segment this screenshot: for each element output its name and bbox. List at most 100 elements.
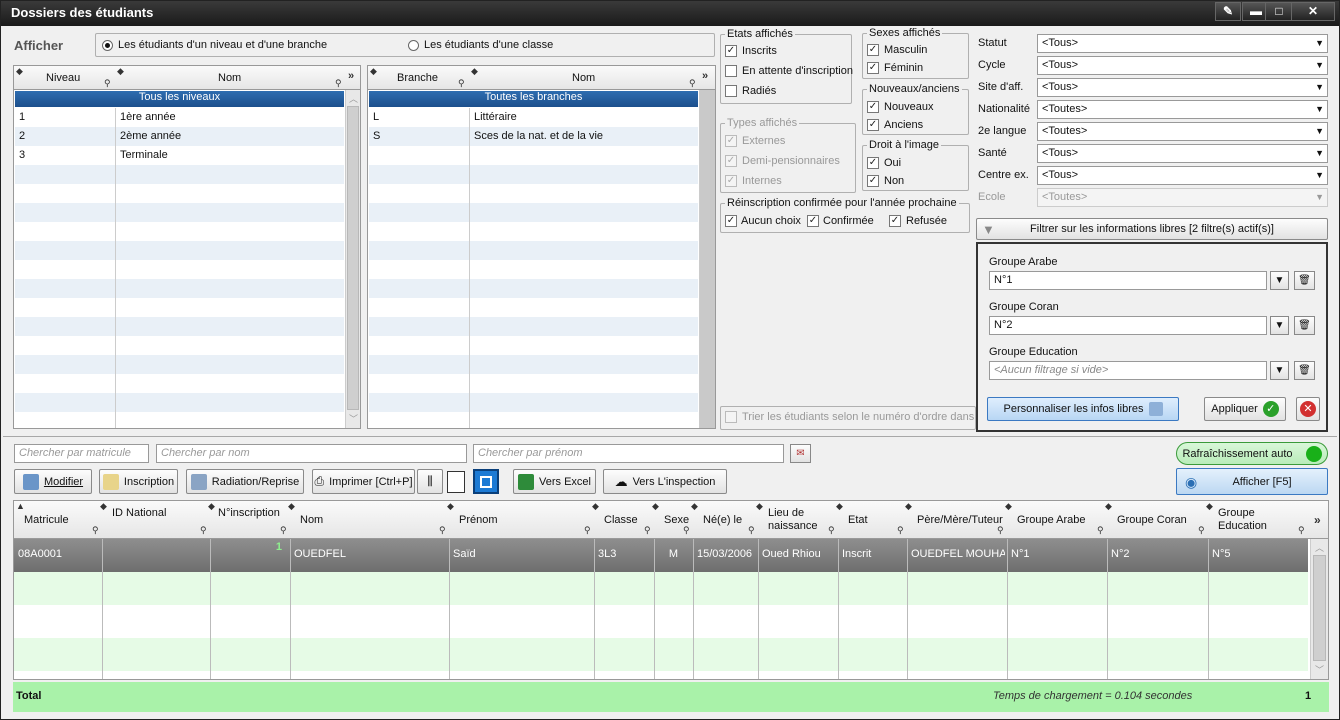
filter-select[interactable]: <Tous> ▼ [1037, 78, 1328, 97]
annuler-button[interactable]: ✕ [1296, 397, 1320, 421]
droit-oui[interactable]: ✓ Oui [867, 157, 901, 169]
close-button[interactable]: ✕ [1291, 2, 1335, 21]
col-header[interactable]: N°inscription [218, 507, 284, 520]
branche-name[interactable]: Littéraire [474, 111, 517, 123]
reinscription-aucun[interactable]: ✓ Aucun choix [725, 215, 801, 227]
search-icon[interactable]: ⚲ [92, 525, 99, 536]
col-header[interactable]: Etat [848, 514, 903, 527]
trier-checkbox[interactable]: Trier les étudiants selon le numéro d'or… [725, 411, 975, 423]
scroll-down-icon[interactable]: ﹀ [349, 412, 358, 425]
col-nom[interactable]: Nom [218, 72, 241, 84]
search-icon[interactable]: ⚲ [1198, 525, 1205, 536]
filter-select[interactable]: <Toutes> ▼ [1037, 100, 1328, 119]
scroll-thumb[interactable] [347, 106, 359, 410]
branches-scrollbar[interactable] [699, 90, 715, 428]
branche-code[interactable]: L [373, 111, 379, 123]
search-matricule-input[interactable]: Chercher par matricule [14, 444, 149, 463]
search-icon[interactable]: ⚲ [584, 525, 591, 536]
expand-icon[interactable]: » [348, 70, 354, 82]
branche-code[interactable]: S [373, 130, 380, 142]
niveau-name[interactable]: Terminale [120, 149, 168, 161]
search-icon[interactable]: ⚲ [683, 525, 690, 536]
filter-select[interactable]: <Tous> ▼ [1037, 56, 1328, 75]
etat-inscrits[interactable]: ✓ Inscrits [725, 45, 777, 57]
search-icon[interactable]: ⚲ [897, 525, 904, 536]
maximize-button[interactable]: □ [1265, 2, 1293, 21]
filter-select[interactable]: <Toutes> ▼ [1037, 188, 1328, 207]
filter-select[interactable]: <Tous> ▼ [1037, 166, 1328, 185]
all-branches-row[interactable]: Toutes les branches [369, 91, 698, 107]
col-nom[interactable]: Nom [572, 72, 595, 84]
col-header[interactable]: Né(e) le [703, 514, 754, 527]
layout-toggle-button[interactable] [473, 469, 499, 494]
clear-search-button[interactable]: ✉ [790, 444, 811, 463]
search-icon[interactable]: ⚲ [200, 525, 207, 536]
radiation-button[interactable]: Radiation/Reprise [186, 469, 304, 494]
sexe-feminin[interactable]: ✓ Féminin [867, 62, 923, 74]
search-icon[interactable]: ⚲ [644, 525, 651, 536]
expand-icon[interactable]: » [1314, 513, 1321, 527]
radio-niveau-branche[interactable]: Les étudiants d'un niveau et d'une branc… [102, 39, 327, 51]
search-prenom-input[interactable]: Chercher par prénom [473, 444, 784, 463]
etat-radies[interactable]: Radiés [725, 85, 776, 97]
radio-classe[interactable]: Les étudiants d'une classe [408, 39, 553, 51]
search-icon[interactable]: ⚲ [748, 525, 755, 536]
niveau-code[interactable]: 2 [19, 130, 25, 142]
libre-group-input[interactable]: N°1 [989, 271, 1267, 290]
libre-dropdown-button[interactable]: ▼ [1270, 271, 1289, 290]
inspection-button[interactable]: ☁ Vers L'inspection [603, 469, 727, 494]
search-icon[interactable]: ⚲ [1298, 525, 1305, 536]
grid-scrollbar[interactable]: ︿ ﹀ [1310, 539, 1328, 679]
columns-settings-button[interactable]: ⫼ [417, 469, 443, 494]
reinscription-refusee[interactable]: ✓ Refusée [889, 215, 947, 227]
personnaliser-button[interactable]: Personnaliser les infos libres [987, 397, 1179, 421]
rafraichissement-toggle[interactable]: Rafraîchissement auto [1176, 442, 1328, 465]
appliquer-button[interactable]: Appliquer ✓ [1204, 397, 1286, 421]
col-header[interactable]: Père/Mère/Tuteur [917, 514, 1003, 527]
col-header[interactable]: ID National [112, 507, 206, 520]
col-header[interactable]: Lieu de naissance [768, 507, 834, 533]
search-nom-input[interactable]: Chercher par nom [156, 444, 467, 463]
col-header[interactable]: Prénom [459, 514, 590, 527]
filter-select[interactable]: <Toutes> ▼ [1037, 122, 1328, 141]
scroll-up-icon[interactable]: ︿ [349, 92, 358, 105]
type-demi[interactable]: ✓ Demi-pensionnaires [725, 155, 840, 167]
nouveaux-check[interactable]: ✓ Nouveaux [867, 101, 934, 113]
libre-dropdown-button[interactable]: ▼ [1270, 316, 1289, 335]
libre-group-input[interactable]: <Aucun filtrage si vide> [989, 361, 1267, 380]
niveau-name[interactable]: 1ère année [120, 111, 176, 123]
filter-select[interactable]: <Tous> ▼ [1037, 144, 1328, 163]
col-header[interactable]: Groupe Education [1218, 507, 1304, 533]
search-icon[interactable]: ⚲ [828, 525, 835, 536]
scroll-down-icon[interactable]: ﹀ [1315, 663, 1324, 676]
search-icon[interactable]: ⚲ [280, 525, 287, 536]
search-icon[interactable]: ⚲ [1097, 525, 1104, 536]
libre-clear-button[interactable]: 🗑 [1294, 316, 1315, 335]
excel-button[interactable]: Vers Excel [513, 469, 596, 494]
col-header[interactable]: Matricule [24, 514, 98, 527]
scroll-up-icon[interactable]: ︿ [1315, 541, 1324, 554]
col-header[interactable]: Groupe Coran [1117, 514, 1204, 527]
afficher-button[interactable]: ◉ Afficher [F5] [1176, 468, 1328, 495]
modifier-button[interactable]: Modifier [14, 469, 92, 494]
search-icon[interactable]: ⚲ [458, 78, 465, 89]
col-header[interactable]: Nom [300, 514, 445, 527]
type-externes[interactable]: ✓ Externes [725, 135, 785, 147]
filter-select[interactable]: <Tous> ▼ [1037, 34, 1328, 53]
libre-dropdown-button[interactable]: ▼ [1270, 361, 1289, 380]
search-icon[interactable]: ⚲ [335, 78, 342, 89]
search-icon[interactable]: ⚲ [104, 78, 111, 89]
branche-name[interactable]: Sces de la nat. et de la vie [474, 130, 603, 142]
imprimer-button[interactable]: ⎙ Imprimer [Ctrl+P] [312, 469, 415, 494]
search-icon[interactable]: ⚲ [439, 525, 446, 536]
type-internes[interactable]: ✓ Internes [725, 175, 782, 187]
col-branche[interactable]: Branche [397, 72, 438, 84]
anciens-check[interactable]: ✓ Anciens [867, 119, 923, 131]
niveau-name[interactable]: 2ème année [120, 130, 181, 142]
libre-clear-button[interactable]: 🗑 [1294, 361, 1315, 380]
expand-icon[interactable]: » [702, 70, 708, 82]
niveau-code[interactable]: 1 [19, 111, 25, 123]
all-niveaux-row[interactable]: Tous les niveaux [15, 91, 344, 107]
reinscription-confirmee[interactable]: ✓ Confirmée [807, 215, 874, 227]
inscription-button[interactable]: Inscription [99, 469, 178, 494]
